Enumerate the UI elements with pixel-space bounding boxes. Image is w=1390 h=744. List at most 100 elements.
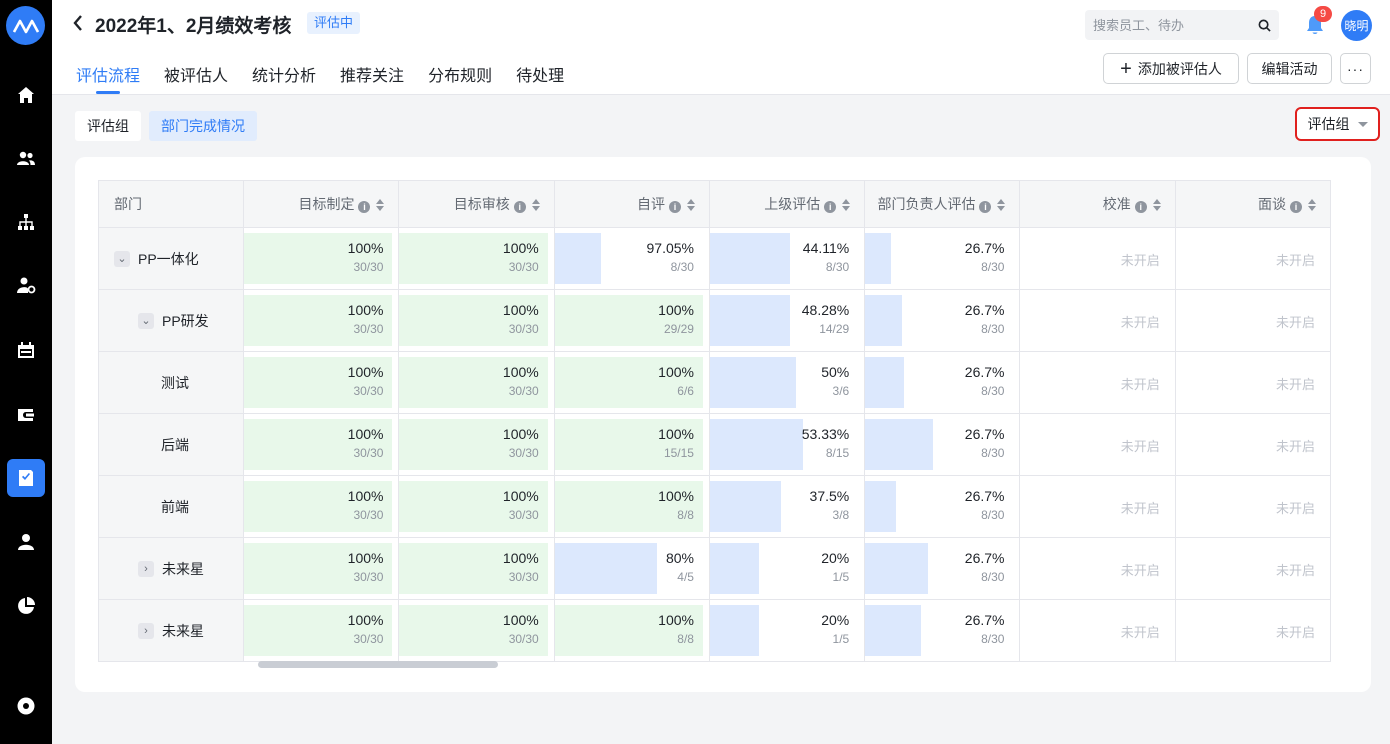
progress-cell[interactable]: 20% 1/5 — [708, 599, 866, 662]
column-header[interactable]: 面谈 i — [1174, 180, 1332, 228]
column-header[interactable]: 目标制定 i — [243, 180, 400, 228]
sort-icon[interactable] — [686, 199, 695, 211]
sort-icon[interactable] — [1308, 199, 1316, 211]
progress-cell[interactable]: 100% 30/30 — [398, 289, 555, 352]
pie-chart-icon[interactable] — [7, 587, 45, 625]
tab-statistics[interactable]: 统计分析 — [252, 62, 316, 94]
expand-icon[interactable]: › — [138, 560, 154, 577]
progress-cell[interactable]: 100% 30/30 — [398, 351, 555, 414]
progress-cell[interactable]: 100% 30/30 — [398, 475, 555, 538]
collapse-icon[interactable]: ⌄ — [138, 312, 154, 329]
column-header[interactable]: 校准 i — [1019, 180, 1176, 228]
search-box[interactable] — [1085, 10, 1279, 40]
column-header[interactable]: 上级评估 i — [708, 180, 866, 228]
edit-activity-button[interactable]: 编辑活动 — [1247, 53, 1332, 84]
info-icon[interactable]: i — [513, 201, 526, 213]
progress-cell[interactable]: 37.5% 3/8 — [708, 475, 866, 538]
sort-icon[interactable] — [1152, 199, 1161, 211]
progress-cell[interactable]: 80% 4/5 — [553, 537, 710, 600]
app-logo[interactable] — [6, 6, 45, 45]
progress-cell[interactable]: 48.28% 14/29 — [708, 289, 866, 352]
table-row: 测试 100% 30/30 100% 30/30 100% 6/6 50% 3/6 26.7% 8/… — [98, 351, 1332, 414]
progress-cell[interactable]: 44.11% 8/30 — [708, 227, 866, 290]
expand-icon[interactable]: › — [138, 622, 154, 639]
table-scroll-area[interactable]: 部门 目标制定 i 目标审核 i 自评 i 上级评估 i 部门负责人评估 i 校准 i 面谈 i ⌄ PP一体… — [98, 180, 1348, 668]
progress-cell[interactable]: 26.7% 8/30 — [864, 351, 1021, 414]
org-chart-icon[interactable] — [7, 203, 45, 241]
progress-cell[interactable]: 100% 15/15 — [553, 413, 710, 476]
table-row: › 未来星 100% 30/30 100% 30/30 100% 8/8 20% 1/5 26.7%… — [98, 599, 1332, 662]
progress-cell[interactable]: 100% 6/6 — [553, 351, 710, 414]
progress-cell[interactable]: 26.7% 8/30 — [864, 599, 1021, 662]
tab-recommendations[interactable]: 推荐关注 — [340, 62, 404, 94]
not-started-label: 未开启 — [1275, 377, 1315, 392]
progress-cell[interactable]: 100% 8/8 — [553, 475, 710, 538]
settings-icon[interactable] — [7, 687, 45, 725]
calendar-icon[interactable] — [7, 331, 45, 369]
progress-cell[interactable]: 100% 29/29 — [553, 289, 710, 352]
progress-cell[interactable]: 100% 30/30 — [398, 537, 555, 600]
progress-cell[interactable]: 100% 30/30 — [398, 599, 555, 662]
progress-cell[interactable]: 26.7% 8/30 — [864, 413, 1021, 476]
tab-pending[interactable]: 待处理 — [516, 62, 564, 94]
info-icon[interactable]: i — [358, 201, 371, 213]
progress-percent: 20% — [821, 550, 850, 566]
sort-icon[interactable] — [376, 199, 385, 211]
tab-evaluation-flow[interactable]: 评估流程 — [76, 62, 140, 94]
progress-cell[interactable]: 100% 30/30 — [398, 227, 555, 290]
info-icon[interactable]: i — [979, 201, 992, 213]
subtab-evaluation-group[interactable]: 评估组 — [75, 111, 141, 141]
group-filter-dropdown[interactable]: 评估组 — [1295, 107, 1380, 141]
progress-cell[interactable]: 100% 30/30 — [243, 351, 400, 414]
search-icon[interactable] — [1258, 19, 1271, 32]
progress-cell[interactable]: 100% 30/30 — [243, 537, 400, 600]
progress-cell[interactable]: 100% 8/8 — [553, 599, 710, 662]
progress-cell[interactable]: 100% 30/30 — [243, 413, 400, 476]
column-header[interactable]: 自评 i — [553, 180, 710, 228]
info-icon[interactable]: i — [824, 201, 837, 213]
progress-cell[interactable]: 100% 30/30 — [243, 227, 400, 290]
progress-cell[interactable]: 20% 1/5 — [708, 537, 866, 600]
wallet-icon[interactable] — [7, 396, 45, 434]
more-options-button[interactable]: ··· — [1340, 53, 1371, 84]
progress-percent: 100% — [502, 426, 539, 442]
sort-icon[interactable] — [531, 199, 540, 211]
progress-percent: 100% — [347, 488, 384, 504]
column-header[interactable]: 目标审核 i — [398, 180, 555, 228]
add-evaluatee-button[interactable]: + 添加被评估人 — [1103, 53, 1239, 84]
column-header[interactable]: 部门负责人评估 i — [864, 180, 1021, 228]
progress-value: 100% 30/30 — [503, 612, 539, 646]
progress-cell[interactable]: 26.7% 8/30 — [864, 475, 1021, 538]
info-icon[interactable]: i — [1290, 201, 1302, 213]
progress-cell[interactable]: 50% 3/6 — [708, 351, 866, 414]
back-icon[interactable] — [72, 12, 88, 34]
progress-cell[interactable]: 100% 30/30 — [243, 289, 400, 352]
info-icon[interactable]: i — [1134, 201, 1147, 213]
progress-value: 100% 30/30 — [503, 488, 539, 522]
subtab-department-completion[interactable]: 部门完成情况 — [149, 111, 257, 141]
tab-distribution-rules[interactable]: 分布规则 — [428, 62, 492, 94]
tab-evaluatees[interactable]: 被评估人 — [164, 62, 228, 94]
progress-cell[interactable]: 97.05% 8/30 — [553, 227, 710, 290]
search-input[interactable] — [1093, 17, 1243, 33]
progress-cell[interactable]: 26.7% 8/30 — [864, 227, 1021, 290]
progress-cell[interactable]: 100% 30/30 — [243, 475, 400, 538]
info-icon[interactable]: i — [668, 201, 681, 213]
home-icon[interactable] — [7, 76, 45, 114]
horizontal-scrollbar[interactable] — [258, 661, 498, 668]
sort-icon[interactable] — [842, 199, 851, 211]
progress-cell[interactable]: 100% 30/30 — [243, 599, 400, 662]
progress-cell[interactable]: 26.7% 8/30 — [864, 537, 1021, 600]
progress-cell[interactable]: 53.33% 8/15 — [708, 413, 866, 476]
progress-cell[interactable]: 26.7% 8/30 — [864, 289, 1021, 352]
progress-cell[interactable]: 100% 30/30 — [398, 413, 555, 476]
user-settings-icon[interactable] — [7, 266, 45, 304]
person-icon[interactable] — [7, 523, 45, 561]
avatar[interactable]: 晓明 — [1341, 10, 1372, 41]
sort-icon[interactable] — [997, 199, 1006, 211]
performance-icon[interactable] — [7, 459, 45, 497]
progress-fraction: 8/30 — [981, 570, 1005, 584]
progress-percent: 100% — [502, 364, 539, 380]
collapse-icon[interactable]: ⌄ — [114, 250, 130, 267]
users-icon[interactable] — [7, 139, 45, 177]
